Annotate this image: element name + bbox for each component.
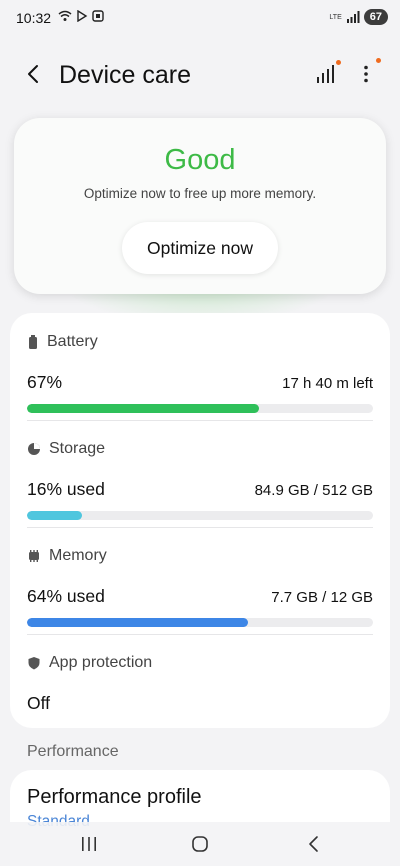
divider bbox=[27, 634, 373, 635]
storage-metric[interactable]: Storage 16% used 84.9 GB / 512 GB bbox=[27, 437, 373, 520]
divider bbox=[27, 527, 373, 528]
back-arrow-icon[interactable] bbox=[22, 62, 46, 86]
memory-usage: 7.7 GB / 12 GB bbox=[271, 589, 373, 606]
shield-icon bbox=[28, 657, 40, 670]
divider bbox=[27, 420, 373, 421]
memory-chip-icon bbox=[29, 550, 39, 562]
app-header: Device care bbox=[0, 52, 400, 100]
back-nav-icon[interactable] bbox=[300, 832, 328, 856]
app-protection-status: Off bbox=[27, 693, 51, 713]
storage-usage: 84.9 GB / 512 GB bbox=[254, 482, 373, 499]
home-icon[interactable] bbox=[186, 832, 214, 856]
signal-notification-dot bbox=[336, 60, 341, 65]
storage-icon bbox=[28, 443, 40, 455]
storage-progress-track bbox=[27, 511, 373, 520]
page-title: Device care bbox=[59, 61, 191, 89]
screenshot-icon bbox=[92, 10, 104, 22]
device-care-screen: 10:32 LTE 67 Device care Good Optimize n… bbox=[0, 0, 400, 866]
battery-progress-fill bbox=[27, 404, 259, 413]
device-status-card: Good Optimize now to free up more memory… bbox=[14, 118, 386, 294]
storage-percent: 16% used bbox=[27, 479, 105, 499]
wifi-call-icon bbox=[58, 10, 72, 21]
app-protection-metric[interactable]: App protection Off bbox=[27, 651, 373, 713]
network-type: LTE bbox=[329, 13, 342, 21]
memory-progress-track bbox=[27, 618, 373, 627]
memory-percent: 64% used bbox=[27, 586, 105, 606]
battery-metric[interactable]: Battery 67% 17 h 40 m left bbox=[27, 330, 373, 413]
device-status-text: Good bbox=[164, 144, 236, 176]
device-status-message: Optimize now to free up more memory. bbox=[83, 186, 317, 201]
play-store-icon bbox=[77, 10, 88, 22]
app-protection-label: App protection bbox=[49, 654, 153, 671]
signal-bars-icon[interactable] bbox=[314, 62, 338, 86]
battery-progress-track bbox=[27, 404, 373, 413]
recent-apps-icon[interactable] bbox=[75, 832, 103, 856]
battery-label: Battery bbox=[47, 333, 98, 350]
more-notification-dot bbox=[376, 58, 381, 63]
status-notification-icons bbox=[58, 10, 104, 22]
cell-signal-icon bbox=[346, 11, 360, 23]
performance-section-label: Performance bbox=[27, 743, 119, 760]
status-system-icons: LTE 67 bbox=[329, 9, 388, 25]
storage-label: Storage bbox=[49, 440, 106, 457]
device-metrics-card: Battery 67% 17 h 40 m left Storage 16% u… bbox=[10, 313, 390, 728]
status-time: 10:32 bbox=[16, 10, 52, 26]
optimize-now-button[interactable]: Optimize now bbox=[122, 222, 278, 274]
memory-label: Memory bbox=[49, 547, 107, 564]
battery-level-badge: 67 bbox=[363, 9, 388, 25]
status-bar: 10:32 LTE 67 bbox=[0, 0, 400, 36]
performance-profile-title: Performance profile bbox=[27, 786, 202, 808]
battery-percent: 67% bbox=[27, 372, 63, 392]
memory-metric[interactable]: Memory 64% used 7.7 GB / 12 GB bbox=[27, 544, 373, 627]
memory-progress-fill bbox=[27, 618, 249, 627]
system-navigation-bar bbox=[0, 822, 400, 866]
battery-icon bbox=[29, 335, 37, 349]
storage-progress-fill bbox=[27, 511, 83, 520]
more-vertical-icon[interactable] bbox=[354, 62, 378, 86]
battery-time-left: 17 h 40 m left bbox=[282, 375, 373, 392]
